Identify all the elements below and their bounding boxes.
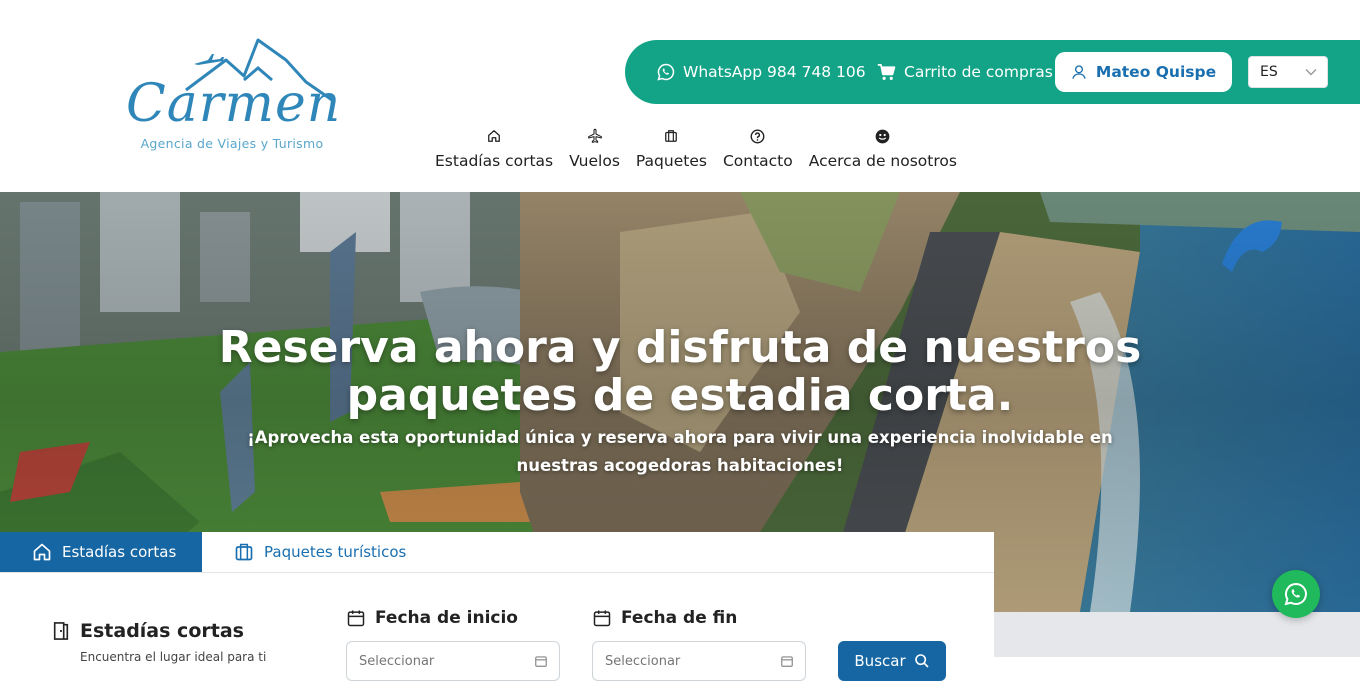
cart-link[interactable]: Carrito de compras xyxy=(877,40,1053,104)
logo-wordmark: Carmen xyxy=(126,74,342,134)
start-date-label: Fecha de inicio xyxy=(346,608,518,628)
end-date-input[interactable] xyxy=(592,641,806,681)
site-header: Carmen Agencia de Viajes y Turismo Whats… xyxy=(0,0,1360,192)
calendar-icon xyxy=(593,610,611,627)
question-circle-icon xyxy=(750,129,765,143)
home-icon xyxy=(33,543,51,561)
nav-label: Contacto xyxy=(722,152,793,170)
calendar-small-icon xyxy=(781,656,793,667)
search-button-label: Buscar xyxy=(854,652,906,670)
nav-item-vuelos[interactable]: Vuelos xyxy=(561,124,628,176)
cart-icon xyxy=(877,64,896,80)
cart-label: Carrito de compras xyxy=(904,63,1053,81)
calendar-small-icon xyxy=(535,656,547,667)
tab-label: Estadías cortas xyxy=(62,543,177,561)
top-contact-bar: WhatsApp 984 748 106 Carrito de compras … xyxy=(625,40,1360,104)
plane-icon xyxy=(587,128,602,143)
nav-label: Acerca de nosotros xyxy=(808,152,957,170)
language-value: ES xyxy=(1260,64,1278,80)
end-date-label: Fecha de fin xyxy=(592,608,737,628)
start-date-input[interactable] xyxy=(346,641,560,681)
nav-item-paquetes[interactable]: Paquetes xyxy=(628,124,715,176)
chevron-down-icon xyxy=(1305,69,1317,76)
whatsapp-link[interactable]: WhatsApp 984 748 106 xyxy=(657,40,866,104)
nav-item-acerca[interactable]: Acerca de nosotros xyxy=(801,124,965,176)
user-name: Mateo Quispe xyxy=(1095,63,1217,81)
main-nav: Estadías cortas Vuelos Paquetes Contacto… xyxy=(427,124,965,176)
tab-paquetes-turisticos[interactable]: Paquetes turísticos xyxy=(202,532,406,572)
nav-label: Paquetes xyxy=(635,152,707,170)
logo-tagline: Agencia de Viajes y Turismo xyxy=(140,136,324,151)
user-account-button[interactable]: Mateo Quispe xyxy=(1055,52,1232,92)
hero-subtitle: ¡Aprovecha esta oportunidad única y rese… xyxy=(247,428,1113,475)
tab-estadias-cortas[interactable]: Estadías cortas xyxy=(0,532,202,572)
search-section-title: Estadías cortas xyxy=(52,620,244,642)
search-button[interactable]: Buscar xyxy=(838,641,946,681)
nav-label: Estadías cortas xyxy=(435,152,554,170)
language-select[interactable]: ES xyxy=(1248,56,1328,88)
home-icon xyxy=(488,130,500,142)
whatsapp-icon xyxy=(1284,582,1307,606)
section-title-text: Estadías cortas xyxy=(80,620,244,642)
search-icon xyxy=(914,654,929,668)
end-date-label-text: Fecha de fin xyxy=(621,608,738,628)
search-section-desc: Encuentra el lugar ideal para ti xyxy=(80,650,267,664)
smile-icon xyxy=(875,129,890,143)
calendar-icon xyxy=(347,610,365,627)
section-background xyxy=(994,612,1360,657)
whatsapp-icon xyxy=(657,63,675,81)
brand-logo[interactable]: Carmen Agencia de Viajes y Turismo xyxy=(126,38,342,158)
nav-item-estadias[interactable]: Estadías cortas xyxy=(427,124,561,176)
tab-label: Paquetes turísticos xyxy=(264,543,407,561)
whatsapp-float-button[interactable] xyxy=(1272,570,1320,618)
start-date-label-text: Fecha de inicio xyxy=(375,608,518,628)
suitcase-icon xyxy=(235,543,253,561)
nav-item-contacto[interactable]: Contacto xyxy=(715,124,801,176)
user-icon xyxy=(1072,65,1086,79)
door-icon xyxy=(53,622,69,640)
search-panel: Estadías cortas Paquetes turísticos Esta… xyxy=(0,532,994,681)
nav-label: Vuelos xyxy=(569,152,620,170)
suitcase-icon xyxy=(665,130,678,142)
hero-title: Reserva ahora y disfruta de nuestros paq… xyxy=(218,322,1142,421)
whatsapp-label: WhatsApp 984 748 106 xyxy=(683,63,866,81)
search-tabs: Estadías cortas Paquetes turísticos xyxy=(0,532,994,573)
